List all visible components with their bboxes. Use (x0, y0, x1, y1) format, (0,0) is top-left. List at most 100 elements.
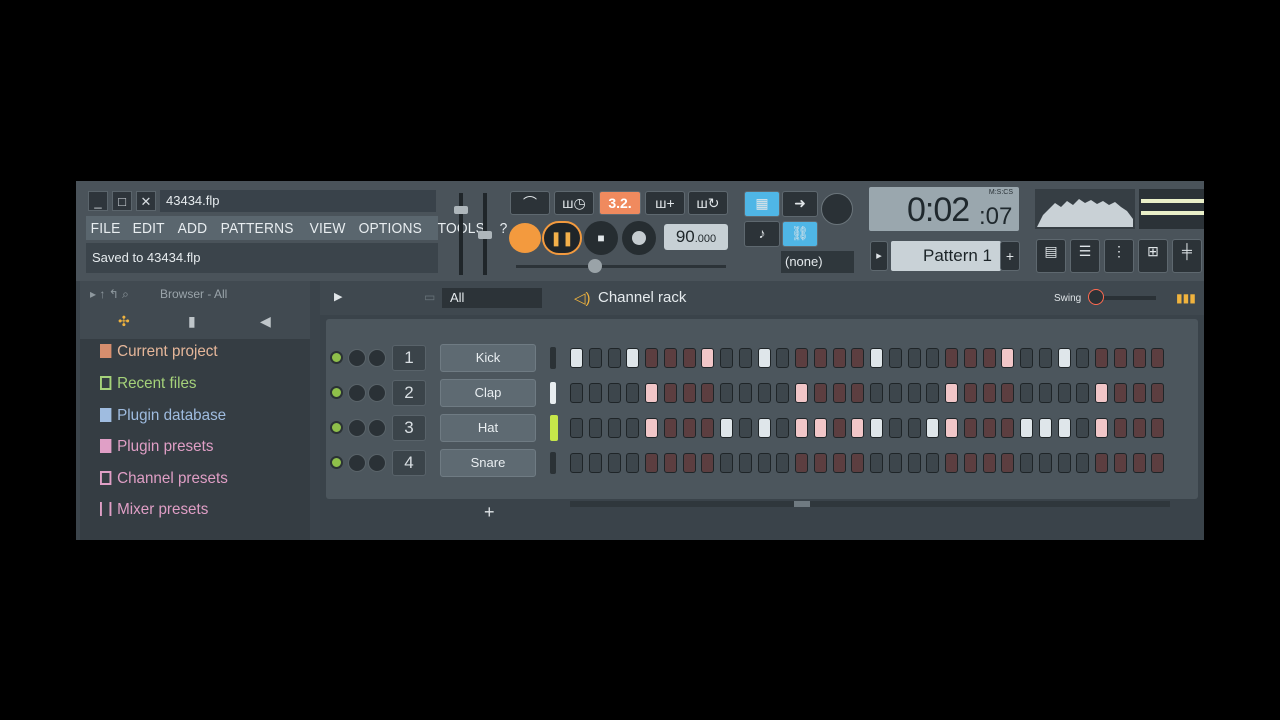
step-button[interactable] (682, 418, 696, 438)
step-button[interactable] (720, 383, 733, 403)
channel-filter-select[interactable]: All (442, 288, 542, 308)
step-button[interactable] (851, 348, 865, 368)
menu-file[interactable]: FILE (86, 220, 125, 237)
stop-button[interactable]: ■ (584, 221, 618, 255)
step-edit-button[interactable]: ш+ (645, 191, 685, 215)
step-button[interactable] (1113, 453, 1127, 473)
rack-menu-arrow-icon[interactable]: ▶ (334, 290, 342, 303)
step-button[interactable] (851, 453, 865, 473)
metronome-button[interactable]: ⌒ (510, 191, 550, 215)
playlist-window-icon[interactable]: ▤ (1036, 239, 1066, 273)
menu-edit[interactable]: EDIT (128, 220, 169, 237)
step-button[interactable] (945, 418, 958, 438)
step-button[interactable] (907, 453, 921, 473)
step-button[interactable] (907, 348, 921, 368)
step-button[interactable] (1151, 453, 1165, 473)
step-button[interactable] (588, 418, 602, 438)
mixer-window-icon[interactable]: ╪ (1172, 239, 1202, 273)
step-button[interactable] (701, 453, 715, 473)
step-button[interactable] (682, 383, 696, 403)
step-button[interactable] (870, 348, 883, 368)
channel-mute-led[interactable] (330, 421, 343, 434)
step-button[interactable] (645, 453, 658, 473)
menu-patterns[interactable]: PATTERNS (216, 220, 298, 237)
step-button[interactable] (570, 383, 583, 403)
step-button[interactable] (776, 453, 790, 473)
step-button[interactable] (813, 383, 827, 403)
step-button[interactable] (982, 453, 996, 473)
channel-name-button[interactable]: Hat (440, 414, 536, 442)
step-button[interactable] (570, 453, 583, 473)
loop-record-button[interactable]: ш↻ (688, 191, 728, 215)
step-button[interactable] (888, 348, 902, 368)
step-button[interactable] (1151, 418, 1165, 438)
step-button[interactable] (1095, 418, 1108, 438)
step-button[interactable] (1038, 418, 1052, 438)
step-button[interactable] (1076, 418, 1090, 438)
menu-add[interactable]: ADD (173, 220, 212, 237)
step-button[interactable] (907, 383, 921, 403)
step-button[interactable] (1151, 383, 1165, 403)
step-button[interactable] (607, 453, 621, 473)
step-button[interactable] (795, 348, 808, 368)
play-button[interactable]: ❚❚ (542, 221, 582, 255)
channel-mute-led[interactable] (330, 386, 343, 399)
note-tool-button[interactable]: ♪ (744, 221, 780, 247)
step-button[interactable] (1057, 383, 1071, 403)
channel-pan-knob[interactable] (348, 349, 366, 367)
close-button[interactable]: ✕ (136, 191, 156, 211)
channel-pan-knob[interactable] (348, 454, 366, 472)
step-button[interactable] (776, 418, 790, 438)
step-button[interactable] (888, 383, 902, 403)
pattern-prev-button[interactable]: ▸ (870, 241, 888, 271)
step-button[interactable] (701, 348, 715, 368)
step-button[interactable] (795, 383, 808, 403)
step-button[interactable] (682, 348, 696, 368)
main-knob[interactable] (821, 193, 853, 225)
step-button[interactable] (832, 383, 846, 403)
channel-select-indicator[interactable] (550, 415, 558, 441)
step-button[interactable] (757, 453, 771, 473)
step-button[interactable] (1113, 418, 1127, 438)
step-button[interactable] (720, 348, 733, 368)
step-button[interactable] (607, 348, 621, 368)
step-button[interactable] (963, 383, 977, 403)
channel-mixer-track[interactable]: 4 (392, 450, 426, 476)
step-button[interactable] (963, 348, 977, 368)
step-button[interactable] (570, 418, 583, 438)
channel-name-button[interactable]: Clap (440, 379, 536, 407)
step-button[interactable] (1076, 348, 1090, 368)
step-button[interactable] (607, 418, 621, 438)
menu-view[interactable]: VIEW (305, 220, 350, 237)
step-button[interactable] (626, 453, 640, 473)
step-button[interactable] (1113, 348, 1127, 368)
step-button[interactable] (663, 348, 677, 368)
step-button[interactable] (982, 383, 996, 403)
step-button[interactable] (1020, 383, 1033, 403)
step-button[interactable] (1095, 383, 1108, 403)
step-button[interactable] (926, 348, 940, 368)
step-button[interactable] (870, 453, 883, 473)
step-button[interactable] (1151, 348, 1165, 368)
step-button[interactable] (1001, 418, 1015, 438)
step-button[interactable] (945, 348, 958, 368)
step-button[interactable] (813, 348, 827, 368)
step-button[interactable] (926, 418, 940, 438)
step-button[interactable] (1001, 453, 1015, 473)
step-button[interactable] (720, 453, 733, 473)
step-button[interactable] (757, 348, 771, 368)
step-button[interactable] (963, 453, 977, 473)
step-button[interactable] (1001, 348, 1015, 368)
step-button[interactable] (795, 418, 808, 438)
add-channel-button[interactable]: + (484, 502, 495, 523)
step-button[interactable] (570, 348, 583, 368)
channel-select-indicator[interactable] (550, 452, 556, 474)
typing-keyboard-button[interactable]: ▦ (744, 191, 780, 217)
step-button[interactable] (870, 383, 883, 403)
step-button[interactable] (626, 348, 640, 368)
step-button[interactable] (1076, 383, 1090, 403)
step-button[interactable] (1095, 348, 1108, 368)
channel-mixer-track[interactable]: 2 (392, 380, 426, 406)
step-button[interactable] (1020, 453, 1033, 473)
channel-select-indicator[interactable] (550, 382, 556, 404)
